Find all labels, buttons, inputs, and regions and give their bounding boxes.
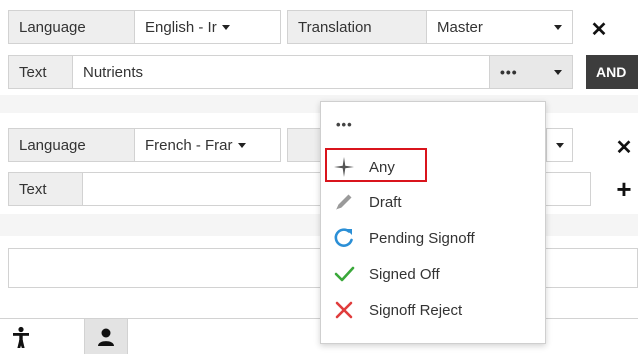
language-dropdown-2[interactable]: French - Frar	[134, 128, 281, 162]
translation-label-text: Translation	[298, 18, 372, 36]
translation-value: Master	[437, 18, 483, 36]
pencil-icon	[329, 187, 359, 217]
caret-down-icon	[556, 142, 564, 148]
tab-accessibility[interactable]	[0, 319, 42, 354]
accessibility-icon	[13, 326, 29, 348]
language-label: Language	[8, 10, 135, 44]
menu-item-label: Pending Signoff	[369, 229, 475, 247]
menu-item-signoff-reject[interactable]: Signoff Reject	[329, 295, 539, 325]
language-label-text-2: Language	[19, 136, 86, 154]
and-label: AND	[596, 64, 627, 80]
close-icon-2[interactable]: ✕	[609, 132, 638, 162]
status-filter-menu: ••• Any Draft Pending Signoff Signed Off…	[320, 101, 546, 344]
translation-label: Translation	[287, 10, 427, 44]
translation-dropdown-2[interactable]	[546, 128, 573, 162]
menu-item-label: Signed Off	[369, 265, 440, 283]
text-label: Text	[8, 55, 73, 89]
status-dropdown[interactable]: •••	[489, 55, 573, 89]
add-icon[interactable]: +	[610, 174, 638, 204]
translation-dropdown[interactable]: Master	[426, 10, 573, 44]
text-value: Nutrients	[83, 63, 144, 81]
menu-header-dots: •••	[336, 117, 353, 132]
menu-item-label: Signoff Reject	[369, 301, 463, 319]
language-value: English - Ir	[145, 18, 217, 36]
selection-highlight	[325, 148, 427, 182]
refresh-icon	[329, 223, 359, 253]
caret-down-icon	[554, 24, 562, 30]
x-icon	[329, 295, 359, 325]
language-dropdown[interactable]: English - Ir	[134, 10, 281, 44]
more-dots-icon: •••	[500, 64, 518, 80]
menu-item-signed-off[interactable]: Signed Off	[329, 259, 539, 289]
menu-item-label: Draft	[369, 193, 402, 211]
menu-item-draft[interactable]: Draft	[329, 187, 539, 217]
text-label-text: Text	[19, 63, 47, 81]
close-icon[interactable]: ✕	[584, 14, 614, 44]
text-label-2: Text	[8, 172, 83, 206]
tab-user[interactable]	[84, 319, 128, 354]
language-value-2: French - Frar	[145, 136, 233, 154]
user-icon	[98, 328, 114, 346]
text-input[interactable]: Nutrients	[72, 55, 490, 89]
language-label-text: Language	[19, 18, 86, 36]
check-icon	[329, 259, 359, 289]
language-label-2: Language	[8, 128, 135, 162]
caret-down-icon	[237, 142, 246, 148]
and-button[interactable]: AND	[586, 55, 638, 89]
caret-down-icon	[221, 24, 230, 30]
caret-down-icon	[554, 69, 562, 75]
text-label-text-2: Text	[19, 180, 47, 198]
menu-item-pending-signoff[interactable]: Pending Signoff	[329, 223, 539, 253]
